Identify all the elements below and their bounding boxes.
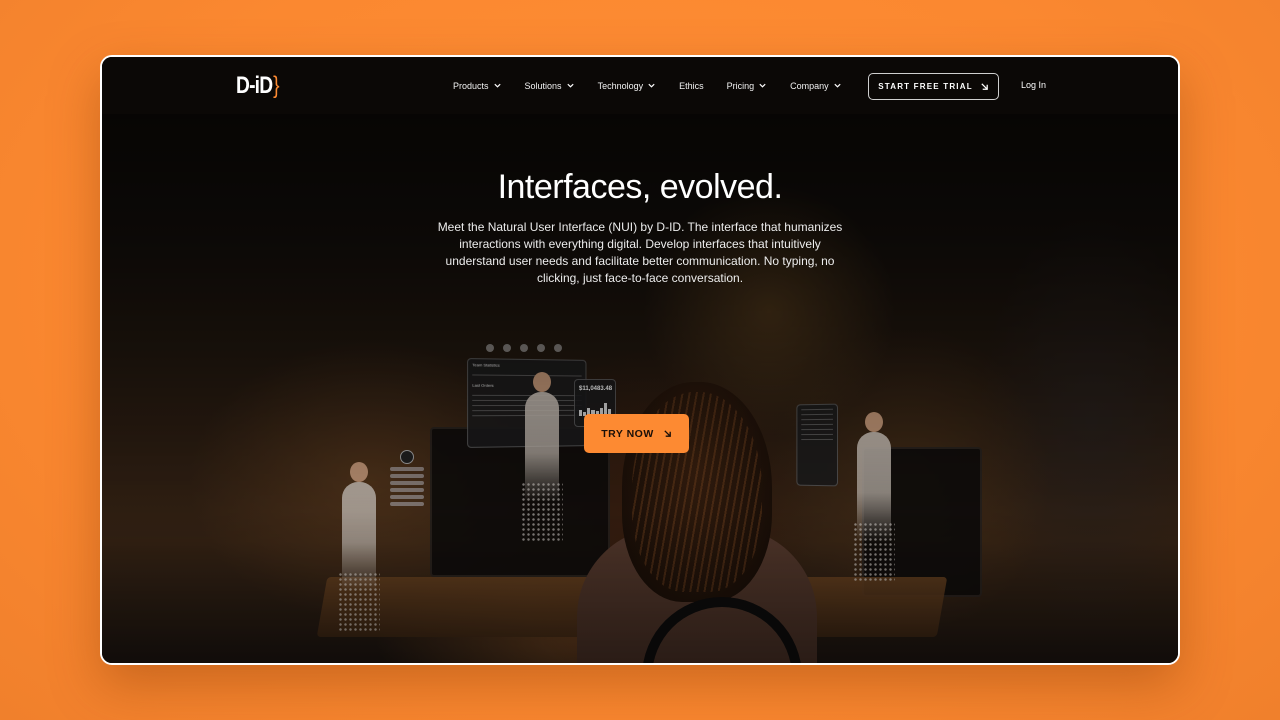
main-menu: Products Solutions Technology Ethics Pri…	[453, 57, 865, 114]
browser-frame: Team Statistics Last Orders $11,0483.48	[100, 55, 1180, 665]
chevron-down-icon	[493, 83, 501, 88]
nav-label: Ethics	[679, 80, 704, 91]
chevron-down-icon	[648, 83, 655, 88]
nav-label: Pricing	[726, 80, 755, 91]
chevron-down-icon	[566, 83, 574, 88]
chevron-down-icon	[759, 83, 766, 88]
arrow-down-right-icon	[981, 83, 988, 90]
nav-item-ethics[interactable]: Ethics	[679, 81, 704, 91]
hero-title: Interfaces, evolved.	[497, 168, 783, 206]
logo-mark-icon: }	[273, 72, 279, 99]
nav-item-technology[interactable]: Technology	[598, 81, 657, 91]
arrow-down-right-icon	[664, 430, 671, 437]
nav-item-pricing[interactable]: Pricing	[727, 81, 768, 91]
nav-label: Products	[453, 80, 489, 91]
nav-item-solutions[interactable]: Solutions	[525, 81, 575, 91]
nav-label: Company	[790, 80, 829, 91]
hero-overlay	[102, 57, 1178, 663]
try-now-label: TRY NOW	[601, 427, 654, 440]
logo-text: D-iD	[236, 72, 273, 99]
nav-label: Technology	[597, 80, 644, 91]
trial-button-label: START FREE TRIAL	[878, 82, 973, 91]
hero-section: Interfaces, evolved. Meet the Natural Us…	[102, 167, 1178, 453]
chevron-down-icon	[834, 83, 841, 88]
top-navigation: D-iD } Products Solutions Technology Eth…	[102, 57, 1178, 114]
try-now-button[interactable]: TRY NOW	[584, 414, 689, 453]
nav-label: Solutions	[524, 80, 562, 91]
did-logo[interactable]: D-iD }	[236, 72, 279, 100]
nav-item-products[interactable]: Products	[453, 81, 502, 91]
login-link[interactable]: Log In	[1021, 80, 1046, 90]
hero-description: Meet the Natural User Interface (NUI) by…	[437, 220, 843, 285]
start-free-trial-button[interactable]: START FREE TRIAL	[868, 73, 999, 100]
nav-item-company[interactable]: Company	[790, 81, 842, 91]
